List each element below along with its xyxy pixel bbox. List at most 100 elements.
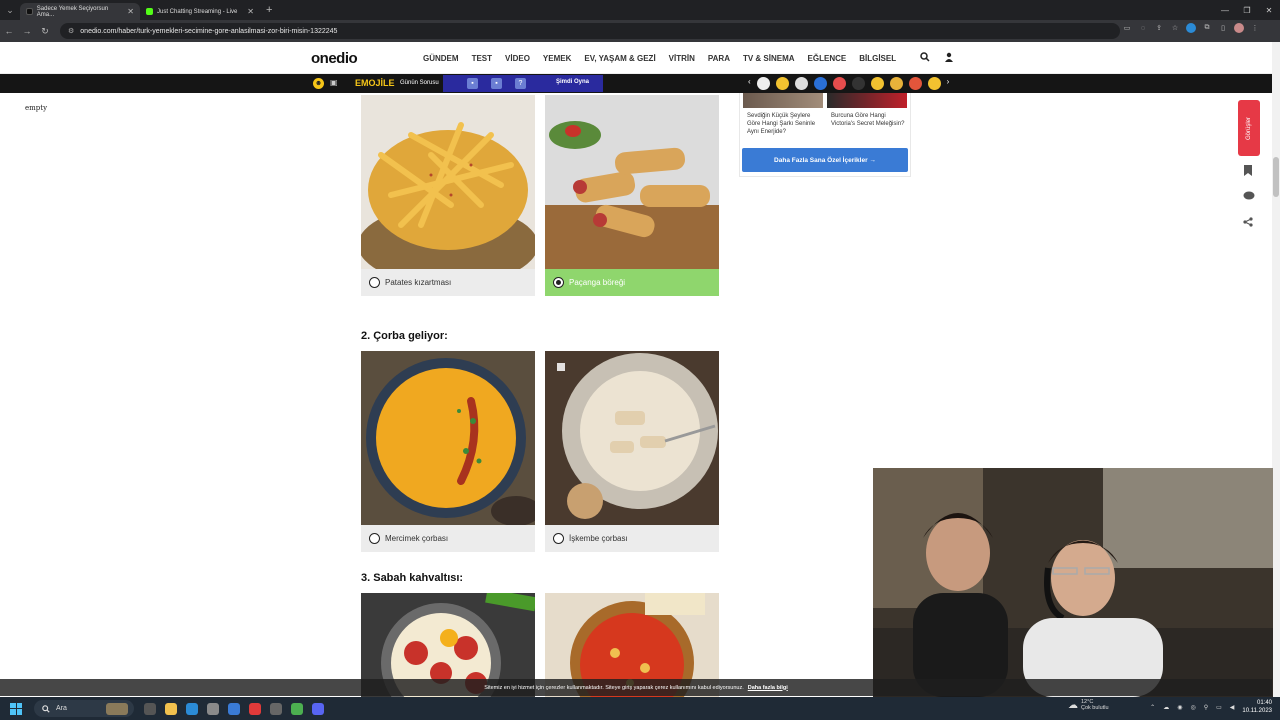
more-content-button[interactable]: Daha Fazla Sana Özel İçerikler →	[742, 148, 908, 172]
app-icon[interactable]	[249, 702, 261, 715]
main-menu: GÜNDEM TEST VİDEO YEMEK EV, YAŞAM & GEZİ…	[423, 54, 896, 63]
comment-icon[interactable]	[1243, 191, 1255, 204]
answer-card[interactable]: Mercimek çorbası	[361, 351, 535, 552]
sidebar-icon[interactable]: ▯	[1218, 23, 1228, 33]
eye-off-icon[interactable]: ◌	[1138, 23, 1148, 33]
minimize-icon[interactable]: —	[1214, 0, 1236, 20]
gallery-icon[interactable]: ▣	[330, 78, 338, 87]
menu-item-bilgisel[interactable]: BİLGİSEL	[859, 54, 896, 63]
menu-item-test[interactable]: TEST	[472, 54, 492, 63]
menu-item-vitrin[interactable]: VİTRİN	[669, 54, 695, 63]
emoji-item-icon[interactable]	[908, 77, 922, 90]
forward-icon[interactable]: →	[18, 26, 36, 36]
play-now-button[interactable]: Şimdi Oyna	[556, 79, 589, 85]
emoji-item-icon[interactable]	[813, 77, 827, 90]
menu-item-yemek[interactable]: YEMEK	[543, 54, 571, 63]
bookmark-icon[interactable]	[1243, 165, 1253, 179]
radio-button[interactable]	[369, 277, 380, 288]
app-icon[interactable]	[228, 702, 240, 715]
store-icon[interactable]	[186, 702, 198, 715]
radio-button[interactable]	[553, 533, 564, 544]
extensions-puzzle-icon[interactable]: ⧉	[1202, 23, 1212, 33]
kick-favicon-icon	[146, 8, 153, 15]
emoji-item-icon[interactable]	[794, 77, 808, 90]
answer-option[interactable]: Patates kızartması	[361, 269, 535, 296]
new-tab-icon[interactable]: +	[266, 4, 272, 16]
emoji-item-icon[interactable]	[756, 77, 770, 90]
answer-card[interactable]: İşkembe çorbası	[545, 351, 719, 552]
answer-option[interactable]: Mercimek çorbası	[361, 525, 535, 552]
menu-item-para[interactable]: PARA	[708, 54, 730, 63]
site-info-icon[interactable]: ⚙	[68, 27, 74, 35]
answer-card[interactable]: Paçanga böreği	[545, 95, 719, 296]
share-icon[interactable]	[1243, 217, 1253, 230]
recommendation-thumb[interactable]	[743, 93, 823, 108]
maximize-icon[interactable]: ❐	[1236, 0, 1258, 20]
recommendation-title[interactable]: Burcuna Göre Hangi Victoria's Secret Mel…	[831, 112, 907, 128]
app-tray-icon[interactable]: ◎	[1190, 704, 1195, 711]
radio-button-checked[interactable]	[553, 277, 564, 288]
app-tray-icon[interactable]: ◉	[1177, 704, 1182, 711]
cast-icon[interactable]: ▭	[1122, 23, 1132, 33]
mic-icon[interactable]: ⚲	[1204, 704, 1208, 711]
tab-kick[interactable]: Just Chatting Streaming - Live ✕	[140, 3, 260, 20]
bookmark-star-icon[interactable]: ☆	[1170, 23, 1180, 33]
menu-dots-icon[interactable]: ⋮	[1250, 23, 1260, 33]
clock[interactable]: 01:40 10.11.2023	[1242, 699, 1272, 715]
share-icon[interactable]: ⇪	[1154, 23, 1164, 33]
user-icon[interactable]	[944, 52, 954, 65]
chevron-right-icon[interactable]: ›	[947, 77, 950, 90]
url-input[interactable]: ⚙ onedio.com/haber/turk-yemekleri-secimi…	[60, 23, 1120, 39]
search-icon[interactable]	[920, 52, 930, 65]
page-scrollbar[interactable]	[1272, 42, 1280, 700]
menu-item-video[interactable]: VİDEO	[505, 54, 530, 63]
menu-item-tv-sinema[interactable]: TV & SİNEMA	[743, 54, 795, 63]
emojile-logo[interactable]: EMOJİLE	[355, 78, 395, 88]
profile-avatar-icon[interactable]	[1234, 23, 1244, 33]
recommendation-title[interactable]: Sevdiğin Küçük Şeylere Göre Hangi Şarkı …	[747, 112, 823, 136]
file-explorer-icon[interactable]	[165, 702, 177, 715]
menu-item-eglence[interactable]: EĞLENCE	[808, 54, 847, 63]
chrome-icon[interactable]	[291, 702, 303, 715]
extension-icon[interactable]	[1186, 23, 1196, 33]
emoji-item-icon[interactable]	[832, 77, 846, 90]
tab-search-icon[interactable]: ⌄	[0, 0, 20, 20]
emoji-item-icon[interactable]	[775, 77, 789, 90]
volume-icon[interactable]: ◀	[1230, 704, 1235, 711]
weather-widget[interactable]: ☁ 12°C Çok bulutlu	[1068, 699, 1109, 711]
scrollbar-thumb[interactable]	[1273, 157, 1279, 197]
cookie-banner: Sitemiz en iyi hizmet için çerezler kull…	[0, 679, 1272, 696]
answer-option[interactable]: İşkembe çorbası	[545, 525, 719, 552]
discord-icon[interactable]	[312, 702, 324, 715]
answer-option-selected[interactable]: Paçanga böreği	[545, 269, 719, 296]
chevron-left-icon[interactable]: ‹	[748, 77, 751, 90]
tab-onedio[interactable]: Sadece Yemek Seçiyorsun Ama... ✕	[20, 3, 140, 20]
cloud-sync-icon[interactable]: ☁	[1163, 704, 1169, 711]
emoji-item-icon[interactable]	[870, 77, 884, 90]
answer-card[interactable]: Patates kızartması	[361, 95, 535, 296]
windows-start-icon[interactable]	[10, 702, 22, 715]
app-icon[interactable]	[270, 702, 282, 715]
emoji-item-icon[interactable]	[927, 77, 941, 90]
back-icon[interactable]: ←	[0, 26, 18, 36]
app-icon[interactable]	[207, 702, 219, 715]
recommendation-thumb[interactable]	[827, 93, 907, 108]
close-window-icon[interactable]: ✕	[1258, 0, 1280, 20]
menu-item-gundem[interactable]: GÜNDEM	[423, 54, 459, 63]
site-logo[interactable]: onedio	[311, 50, 358, 67]
emoji-face-icon[interactable]: ☻	[313, 78, 324, 89]
cookie-more-link[interactable]: Daha fazla bilgi	[748, 685, 788, 691]
feedback-tab[interactable]: Görüşler	[1238, 100, 1260, 156]
cloud-icon: ☁	[1068, 699, 1078, 711]
taskbar-search-input[interactable]: Ara	[34, 700, 134, 717]
network-icon[interactable]: ▭	[1216, 704, 1222, 711]
chevron-up-icon[interactable]: ⌃	[1150, 704, 1155, 711]
reload-icon[interactable]: ↻	[36, 26, 54, 37]
menu-item-ev-yasam[interactable]: EV, YAŞAM & GEZİ	[584, 54, 655, 63]
close-tab-icon[interactable]: ✕	[127, 7, 134, 16]
close-tab-icon[interactable]: ✕	[247, 7, 254, 16]
emoji-item-icon[interactable]	[889, 77, 903, 90]
task-view-icon[interactable]	[144, 702, 156, 715]
radio-button[interactable]	[369, 533, 380, 544]
emoji-item-icon[interactable]	[851, 77, 865, 90]
